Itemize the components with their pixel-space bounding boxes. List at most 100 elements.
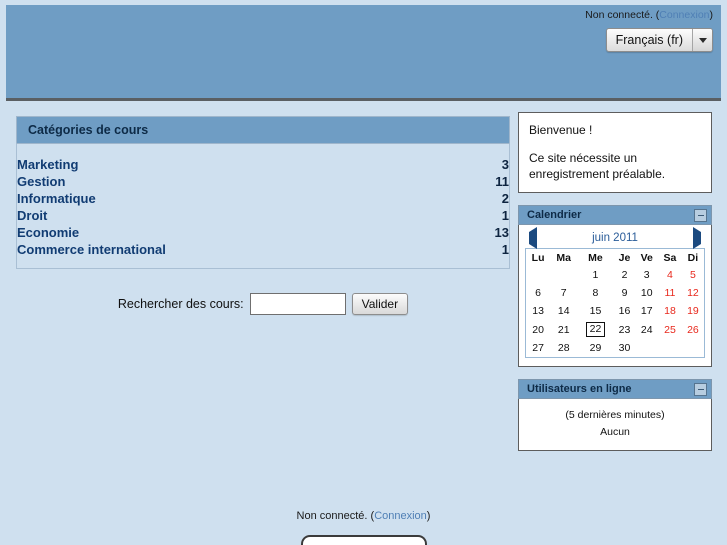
minimize-icon[interactable] [694,208,707,222]
language-select[interactable]: Français (fr) [605,28,713,52]
calendar-weekday-header: Je [618,252,631,264]
course-categories-block: Catégories de cours Marketing 3 Gestion 11 I… [16,116,510,269]
calendar-day-cell[interactable]: 2 [614,266,636,284]
calendar-day-cell[interactable]: 26 [682,320,705,339]
calendar-day-cell[interactable]: 23 [614,320,636,339]
calendar-day-cell[interactable]: 28 [550,339,577,358]
calendar-block-content: juin 2011 Lu Ma Me Je Ve Sa Di 1 2 3 4 5 6 7 8 9 10 11 12… [518,225,712,367]
calendar-block: Calendrier juin 2011 Lu Ma Me Je Ve Sa Di 1234… [518,205,712,367]
sidebar-column: Bienvenue ! Ce site nécessite un enregis… [518,112,712,463]
category-name-cell: Gestion [17,173,449,190]
calendar-day-cell [550,266,577,284]
calendar-block-title: Calendrier [527,209,582,221]
calendar-day-cell[interactable]: 4 [658,266,682,284]
calendar-day-cell[interactable]: 9 [614,284,636,302]
header-user-area: Non connecté. (Connexion) Français (fr) [585,9,713,52]
course-search-form: Rechercher des cours: Valider [16,293,510,315]
calendar-month-label[interactable]: juin 2011 [592,232,638,244]
calendar-week-row: 13 14 15 16 17 18 19 [526,302,705,320]
calendar-day-cell[interactable]: 18 [658,302,682,320]
footer-login-close: ) [426,510,431,522]
calendar-day-cell[interactable]: 5 [682,266,705,284]
category-link[interactable]: Commerce international [17,242,166,257]
calendar-day-cell[interactable]: 20 [526,320,551,339]
language-select-value: Français (fr) [615,33,683,47]
calendar-navigation: juin 2011 [525,227,705,249]
calendar-day-cell[interactable]: 3 [635,266,658,284]
course-search-submit-button[interactable]: Valider [351,293,409,315]
online-users-value: Aucun [600,426,630,438]
category-count-cell: 13 [494,225,509,240]
category-link[interactable]: Informatique [17,191,96,206]
calendar-day-cell[interactable]: 15 [577,302,613,320]
footer-login-info: Non connecté. (Connexion) [0,510,727,523]
content-area: Catégories de cours Marketing 3 Gestion 11 I… [6,104,721,504]
calendar-weekday-header: Me [588,252,603,264]
online-users-period: (5 dernières minutes) [565,409,665,421]
category-row: Marketing 3 [17,156,509,173]
course-categories-title: Catégories de cours [16,116,510,143]
calendar-block-header: Calendrier [518,205,712,225]
calendar-day-cell[interactable]: 30 [614,339,636,358]
header-login-info: Non connecté. (Connexion) [585,9,713,22]
calendar-day-cell[interactable]: 21 [550,320,577,339]
online-users-block-content: (5 dernières minutes) Aucun [518,399,712,451]
category-count-cell: 2 [501,191,509,206]
calendar-prev-month-button[interactable] [529,227,537,249]
calendar-day-cell[interactable]: 10 [635,284,658,302]
header-login-close: ) [709,9,714,21]
arrow-left-icon [529,227,537,249]
chevron-down-icon[interactable] [692,29,712,51]
calendar-day-cell [526,266,551,284]
header-login-link[interactable]: Connexion [659,9,709,21]
calendar-day-cell[interactable]: 1 [577,266,613,284]
calendar-week-row: 27 28 29 30 [526,339,705,358]
calendar-day-cell[interactable]: 24 [635,320,658,339]
calendar-day-cell[interactable]: 27 [526,339,551,358]
calendar-day-cell [682,339,705,358]
category-row: Commerce international 1 [17,241,509,258]
calendar-day-cell[interactable]: 6 [526,284,551,302]
calendar-week-row: 6 7 8 9 10 11 12 [526,284,705,302]
category-link[interactable]: Gestion [17,174,65,189]
category-row: Gestion 11 [17,173,509,190]
course-search-input[interactable] [249,293,346,315]
calendar-week-row: 12345 [526,266,705,284]
category-link[interactable]: Droit [17,208,47,223]
welcome-block: Bienvenue ! Ce site nécessite un enregis… [518,112,712,193]
calendar-weekday-header: Di [687,252,699,264]
course-categories-table: Marketing 3 Gestion 11 Informatique 2 Droit 1 Ec… [17,156,509,258]
site-header-banner: Non connecté. (Connexion) Français (fr) [6,5,721,101]
calendar-day-cell[interactable]: 8 [577,284,613,302]
calendar-day-cell [635,339,658,358]
calendar-day-cell[interactable]: 12 [682,284,705,302]
calendar-day-cell[interactable]: 7 [550,284,577,302]
header-login-status: Non connecté. ( [585,9,660,21]
category-count-cell: 3 [501,157,509,172]
online-users-block: Utilisateurs en ligne (5 dernières minut… [518,379,712,451]
category-name-cell: Commerce international [17,241,449,258]
calendar-weekday-header: Ve [640,252,653,264]
calendar-day-cell[interactable]: 25 [658,320,682,339]
calendar-day-today[interactable]: 22 [577,320,613,339]
calendar-day-cell[interactable]: 19 [682,302,705,320]
calendar-day-cell[interactable]: 11 [658,284,682,302]
calendar-day-cell[interactable]: 29 [577,339,613,358]
calendar-day-cell[interactable]: 13 [526,302,551,320]
course-search-label: Rechercher des cours: [117,297,244,311]
category-name-cell: Marketing [17,156,449,173]
category-name-cell: Droit [17,207,449,224]
main-column: Catégories de cours Marketing 3 Gestion 11 I… [16,116,510,315]
category-link[interactable]: Marketing [17,157,78,172]
calendar-grid: Lu Ma Me Je Ve Sa Di 1 2 3 4 5 6 7 8 9 10 11 12 13 14 15 16 17… [525,248,705,358]
moodle-logo[interactable] [300,535,427,545]
category-link[interactable]: Economie [17,225,79,240]
calendar-day-cell[interactable]: 17 [635,302,658,320]
welcome-greeting: Bienvenue ! [529,123,593,137]
welcome-message: Ce site nécessite un enregistrement préa… [529,151,666,181]
footer-login-link[interactable]: Connexion [374,510,427,522]
minimize-icon[interactable] [694,382,707,396]
calendar-day-cell[interactable]: 14 [550,302,577,320]
calendar-day-cell[interactable]: 16 [614,302,636,320]
calendar-next-month-button[interactable] [692,227,701,249]
